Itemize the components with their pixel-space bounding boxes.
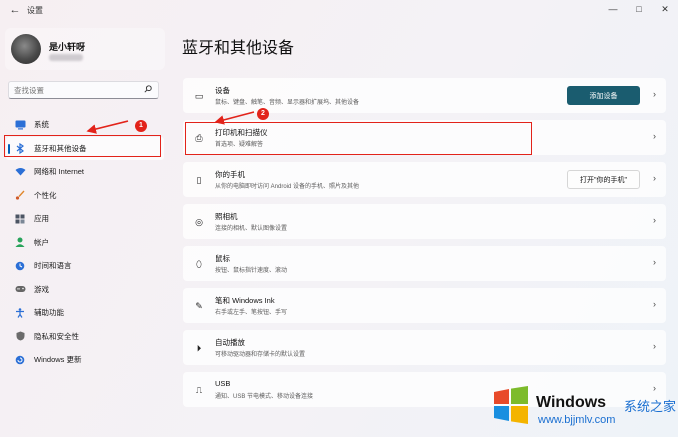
windows-logo-icon	[494, 386, 528, 424]
arrow-2	[214, 111, 255, 125]
arrow-1	[86, 120, 129, 134]
watermark-brand: Windows	[536, 394, 607, 411]
annotation-badge-1: 1	[135, 120, 147, 132]
annotation-arrows	[86, 111, 255, 134]
watermark: Windows 系统之家 www.bjjmlv.com	[488, 382, 678, 437]
watermark-site-name: 系统之家	[624, 399, 677, 414]
annotation-badge-2: 2	[257, 108, 269, 120]
watermark-url: www.bjjmlv.com	[538, 414, 616, 426]
